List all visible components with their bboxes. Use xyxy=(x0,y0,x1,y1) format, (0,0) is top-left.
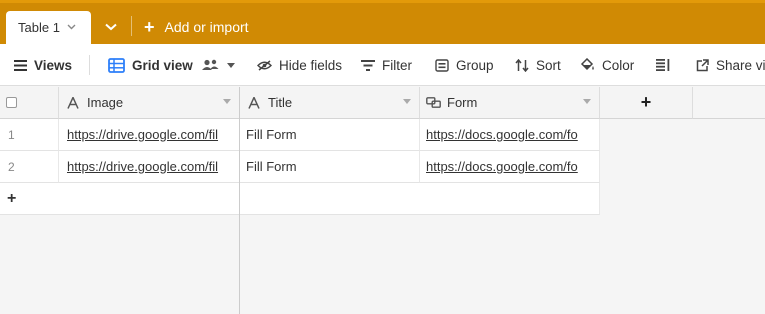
grid-view-icon xyxy=(108,57,125,73)
grid-empty-area xyxy=(0,215,240,314)
view-toolbar: Views Grid view Hide fields Filter Group… xyxy=(0,44,765,86)
share-icon xyxy=(696,58,709,71)
link-field-icon xyxy=(426,97,441,108)
title-text: Fill Form xyxy=(246,159,297,174)
header-empty-space xyxy=(693,87,765,119)
title-text: Fill Form xyxy=(246,127,297,142)
tab-label: Table 1 xyxy=(18,20,60,35)
row-number: 1 xyxy=(8,127,15,142)
hamburger-menu-icon xyxy=(14,59,27,71)
filter-button[interactable]: Filter xyxy=(361,44,412,86)
tab-table-1[interactable]: Table 1 xyxy=(6,11,91,44)
grid-view-label: Grid view xyxy=(132,57,193,73)
group-icon xyxy=(435,58,449,72)
table-cell-title[interactable]: Fill Form xyxy=(240,151,420,183)
share-view-label: Share vie xyxy=(716,57,765,73)
row-number: 2 xyxy=(8,159,15,174)
row-number-cell[interactable]: 1 xyxy=(0,119,59,151)
table-cell-form[interactable]: https://docs.google.com/fo xyxy=(420,151,600,183)
plus-icon: + xyxy=(7,189,17,207)
sort-icon xyxy=(515,58,529,72)
column-menu-caret-icon[interactable] xyxy=(403,99,411,104)
chevron-down-icon[interactable] xyxy=(67,22,76,33)
column-header-image[interactable]: Image xyxy=(59,87,240,119)
column-header-label: Title xyxy=(268,95,293,110)
column-header-title[interactable]: Title xyxy=(240,87,420,119)
add-field-button[interactable]: + xyxy=(600,87,693,119)
select-all-checkbox[interactable] xyxy=(6,97,17,108)
form-link[interactable]: https://docs.google.com/fo xyxy=(426,159,578,174)
paint-bucket-icon xyxy=(580,58,594,71)
table-tab-bar: Table 1 + Add or import xyxy=(0,0,765,44)
group-label: Group xyxy=(456,57,494,73)
frozen-column-divider xyxy=(239,87,240,314)
share-view-button[interactable]: Share vie xyxy=(696,44,765,86)
column-menu-caret-icon[interactable] xyxy=(583,99,591,104)
form-link[interactable]: https://docs.google.com/fo xyxy=(426,127,578,142)
table-cell-form[interactable]: https://docs.google.com/fo xyxy=(420,119,600,151)
hide-fields-button[interactable]: Hide fields xyxy=(257,44,342,86)
collaborators-icon xyxy=(201,59,219,70)
table-cell-title[interactable]: Fill Form xyxy=(240,119,420,151)
tables-dropdown-icon[interactable] xyxy=(100,16,122,38)
row-height-button[interactable] xyxy=(656,44,677,86)
filter-icon xyxy=(361,59,375,71)
sort-label: Sort xyxy=(536,57,561,73)
grid-view-button[interactable]: Grid view xyxy=(108,44,242,86)
tab-divider xyxy=(131,16,132,36)
plus-icon: + xyxy=(640,92,652,112)
add-record-row-extension[interactable] xyxy=(240,183,600,215)
filter-label: Filter xyxy=(382,57,412,73)
table-cell-image[interactable]: https://drive.google.com/fil xyxy=(59,151,240,183)
column-menu-caret-icon[interactable] xyxy=(223,99,231,104)
add-or-import-button[interactable]: + Add or import xyxy=(144,15,249,39)
eye-off-icon xyxy=(257,59,272,71)
add-record-row[interactable]: + xyxy=(0,183,240,215)
add-or-import-label: Add or import xyxy=(164,19,249,35)
table-cell-image[interactable]: https://drive.google.com/fil xyxy=(59,119,240,151)
toolbar-divider xyxy=(89,55,90,75)
image-link[interactable]: https://drive.google.com/fil xyxy=(67,127,218,142)
column-header-label: Form xyxy=(447,95,478,110)
column-header-form[interactable]: Form xyxy=(420,87,600,119)
row-number-cell[interactable]: 2 xyxy=(0,151,59,183)
views-label: Views xyxy=(34,57,73,73)
image-link[interactable]: https://drive.google.com/fil xyxy=(67,159,218,174)
color-label: Color xyxy=(602,57,635,73)
select-all-header xyxy=(0,87,59,119)
text-field-icon xyxy=(248,96,260,109)
caret-down-icon[interactable] xyxy=(226,62,235,68)
text-field-icon xyxy=(67,96,79,109)
hide-fields-label: Hide fields xyxy=(279,57,343,73)
data-grid: Image Title Form + 1 https://drive.googl… xyxy=(0,87,765,314)
views-button[interactable]: Views xyxy=(14,44,72,86)
group-button[interactable]: Group xyxy=(435,44,494,86)
color-button[interactable]: Color xyxy=(580,44,634,86)
column-header-label: Image xyxy=(87,95,124,110)
row-height-icon xyxy=(656,59,670,71)
sort-button[interactable]: Sort xyxy=(515,44,561,86)
plus-icon: + xyxy=(144,16,155,37)
